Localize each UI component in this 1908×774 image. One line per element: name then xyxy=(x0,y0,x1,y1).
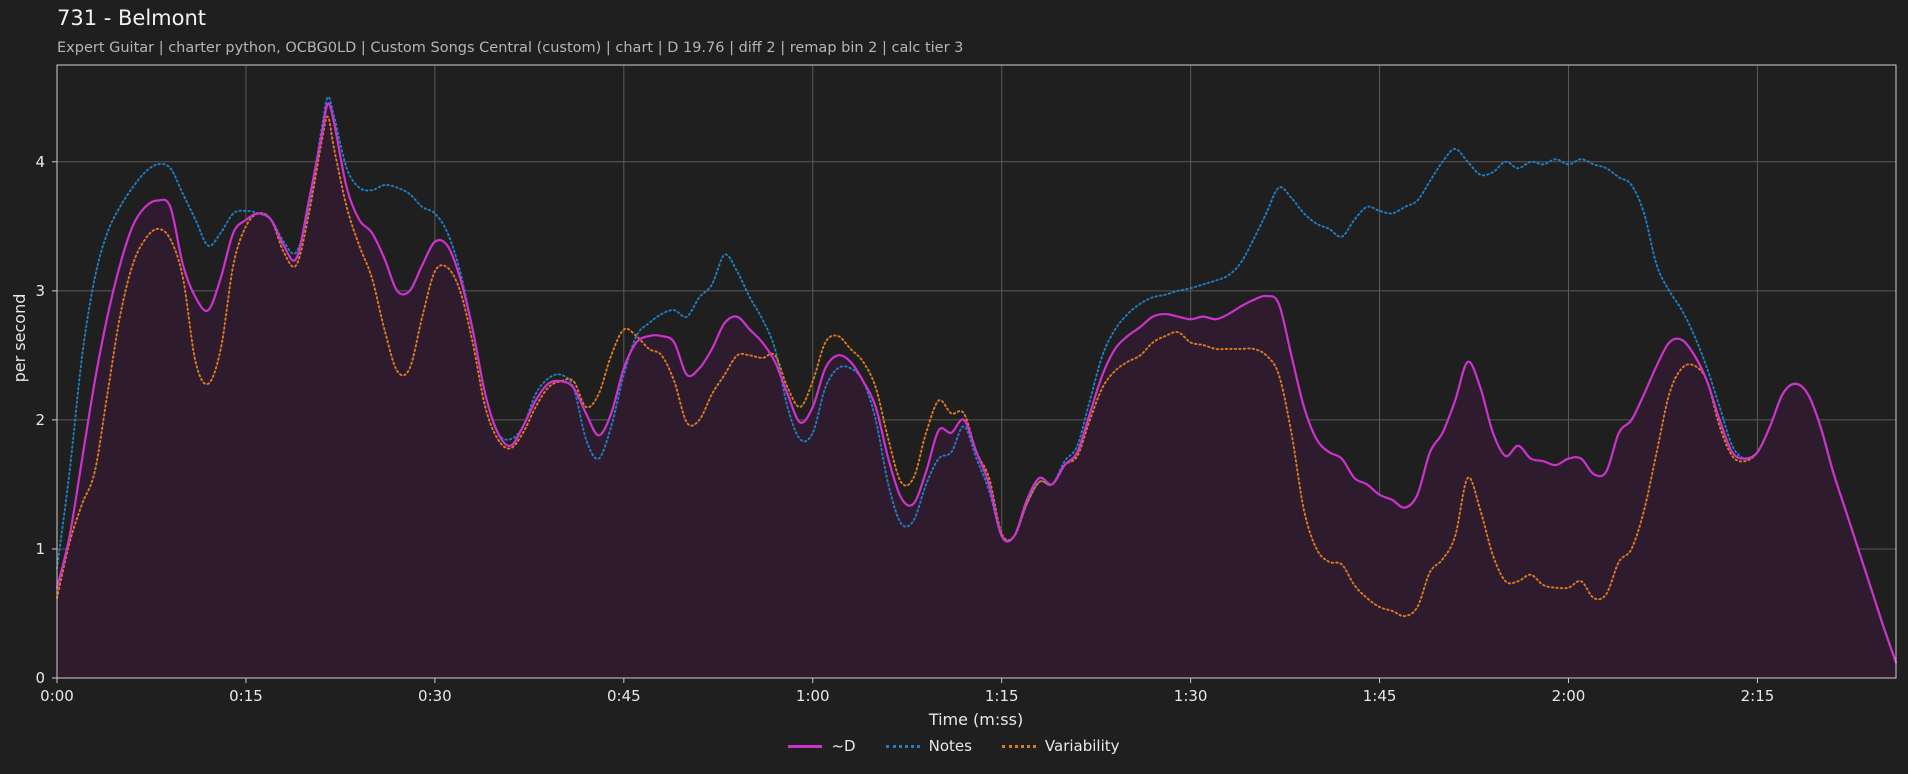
y-tick-label: 1 xyxy=(35,540,45,558)
x-axis-ticks: 0:00 0:15 0:30 0:45 1:00 1:15 1:30 1:45 2:00 2:15 xyxy=(40,678,1774,705)
x-tick-label: 2:15 xyxy=(1741,687,1775,705)
x-tick-label: 0:45 xyxy=(607,687,641,705)
line-chart: 0:00 0:15 0:30 0:45 1:00 1:15 1:30 1:45 2:00 2:15… xyxy=(10,64,1898,729)
legend-swatch-variability xyxy=(1001,744,1036,748)
legend-item-variability: Variability xyxy=(1001,737,1120,755)
x-tick-label: 2:00 xyxy=(1552,687,1586,705)
x-tick-label: 1:45 xyxy=(1363,687,1397,705)
d-fill-area-layer xyxy=(57,103,1896,679)
x-tick-label: 0:15 xyxy=(229,687,263,705)
chart-legend: ~D Notes Variability xyxy=(0,737,1908,755)
y-tick-label: 0 xyxy=(35,669,45,687)
legend-label-d: ~D xyxy=(831,737,856,755)
x-axis-label: Time (m:ss) xyxy=(928,710,1023,729)
x-tick-label: 1:00 xyxy=(796,687,830,705)
y-tick-label: 2 xyxy=(35,411,45,429)
legend-item-d: ~D xyxy=(788,737,856,755)
legend-swatch-notes xyxy=(885,744,920,748)
x-tick-label: 0:00 xyxy=(40,687,74,705)
y-tick-label: 3 xyxy=(35,282,45,300)
legend-item-notes: Notes xyxy=(885,737,972,755)
legend-swatch-d xyxy=(788,744,823,748)
x-tick-label: 1:30 xyxy=(1174,687,1208,705)
y-tick-label: 4 xyxy=(35,153,45,171)
y-axis-label: per second xyxy=(10,294,29,383)
legend-label-notes: Notes xyxy=(928,737,972,755)
x-tick-label: 0:30 xyxy=(418,687,452,705)
legend-label-variability: Variability xyxy=(1044,737,1120,755)
y-axis-ticks: 0 1 2 3 4 xyxy=(35,153,57,687)
series-fill-d xyxy=(57,103,1896,679)
x-tick-label: 1:15 xyxy=(985,687,1019,705)
